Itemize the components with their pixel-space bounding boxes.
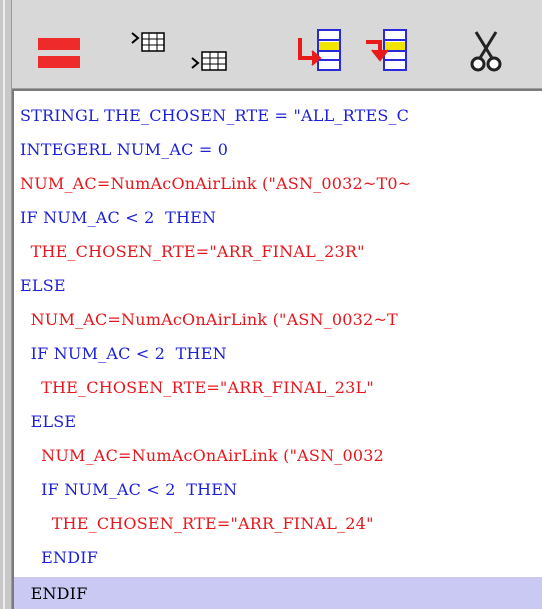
code-line[interactable]: NUM_AC=NumAcOnAirLink ("ASN_0032~T0~ [20, 169, 542, 199]
code-line[interactable]: IF NUM_AC < 2 THEN [20, 339, 542, 369]
scissors-icon[interactable] [466, 28, 506, 74]
code-line-current[interactable]: ENDIF [14, 577, 542, 609]
move-down-icon[interactable] [362, 28, 412, 74]
code-line[interactable]: INTEGERL NUM_AC = 0 [20, 135, 542, 165]
code-line[interactable]: ELSE [20, 271, 542, 301]
code-line[interactable]: NUM_AC=NumAcOnAirLink ("ASN_0032 [20, 441, 542, 471]
code-line[interactable]: NUM_AC=NumAcOnAirLink ("ASN_0032~T [20, 305, 542, 335]
code-line[interactable]: THE_CHOSEN_RTE="ARR_FINAL_23R" [20, 237, 542, 267]
code-line[interactable]: STRINGL THE_CHOSEN_RTE = "ALL_RTES_C [20, 101, 542, 131]
code-line[interactable]: THE_CHOSEN_RTE="ARR_FINAL_24" [20, 509, 542, 539]
toolbar [12, 0, 542, 89]
outdent-table-icon[interactable] [190, 42, 234, 74]
code-line[interactable]: ENDIF [20, 543, 542, 573]
move-right-icon[interactable] [296, 28, 346, 74]
window-left-border [0, 0, 12, 609]
code-line[interactable]: IF NUM_AC < 2 THEN [20, 203, 542, 233]
equals-icon[interactable] [38, 36, 80, 72]
code-line[interactable]: IF NUM_AC < 2 THEN [20, 475, 542, 505]
code-editor[interactable]: STRINGL THE_CHOSEN_RTE = "ALL_RTES_C INT… [12, 89, 542, 609]
code-line[interactable]: ELSE [20, 407, 542, 437]
code-line[interactable]: THE_CHOSEN_RTE="ARR_FINAL_23L" [20, 373, 542, 403]
editor-window: STRINGL THE_CHOSEN_RTE = "ALL_RTES_C INT… [0, 0, 542, 609]
indent-table-icon[interactable] [130, 28, 170, 58]
